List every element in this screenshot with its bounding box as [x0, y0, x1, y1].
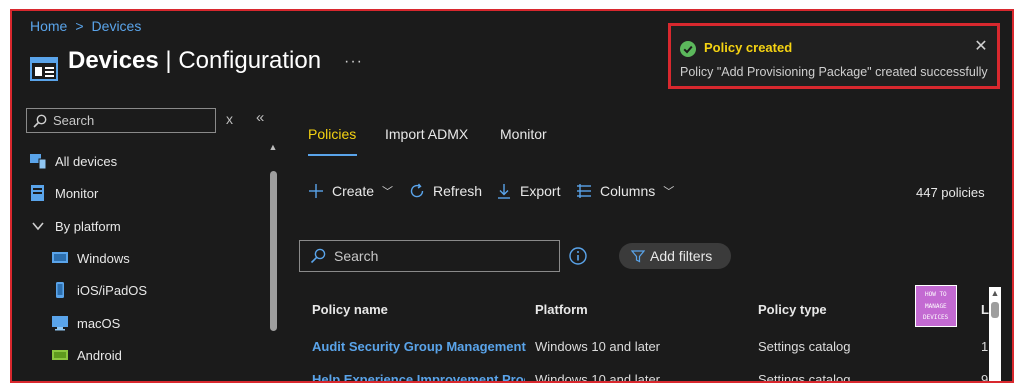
phone-icon [56, 282, 64, 298]
breadcrumb-home[interactable]: Home [30, 18, 67, 34]
configuration-icon [30, 57, 58, 81]
devices-icon [30, 154, 46, 169]
breadcrumb: Home > Devices [30, 18, 141, 34]
policy-name-link[interactable]: Audit Security Group Management [312, 339, 527, 354]
columns-icon [577, 184, 591, 198]
clear-search-icon[interactable]: x [226, 111, 233, 127]
sidebar-search-input[interactable]: Search [26, 108, 216, 133]
plus-icon [309, 184, 323, 198]
portal-window: Home > Devices Devices | Configuration ·… [10, 9, 1014, 383]
policy-type-cell: Settings catalog [758, 339, 851, 354]
mac-icon [52, 316, 68, 331]
create-button[interactable]: Create ﹀ [308, 183, 393, 199]
active-tab-indicator [308, 154, 357, 156]
scroll-up-icon[interactable]: ▲ [267, 141, 279, 153]
breadcrumb-separator: > [75, 18, 84, 34]
create-label: Create [332, 183, 375, 199]
info-icon[interactable] [569, 247, 587, 265]
page-title-bold: Devices [68, 47, 159, 74]
sidebar-item-android[interactable]: Android [52, 344, 122, 366]
policy-count: 447 policies [916, 185, 985, 200]
chevron-down-icon [32, 222, 44, 231]
platform-cell: Windows 10 and later [535, 339, 661, 354]
scrollbar-thumb[interactable] [991, 302, 999, 318]
add-filters-label: Add filters [650, 248, 713, 264]
search-icon [310, 248, 326, 264]
refresh-button[interactable]: Refresh [409, 183, 482, 199]
column-header-last-modified[interactable]: L [981, 302, 989, 317]
toast-title: Policy created [704, 40, 793, 55]
export-label: Export [520, 183, 561, 199]
page-title: Devices | Configuration [68, 47, 321, 75]
columns-button[interactable]: Columns ﹀ [576, 183, 674, 199]
last-modified-cell: 9 [981, 372, 989, 383]
policy-type-cell: Settings catalog [758, 372, 851, 383]
platform-cell: Windows 10 and later [535, 372, 661, 383]
scroll-up-icon[interactable]: ▲ [989, 287, 1001, 299]
collapse-sidebar-icon[interactable]: « [256, 109, 264, 126]
sidebar-item-ios[interactable]: iOS/iPadOS [52, 279, 147, 301]
more-options-icon[interactable]: ··· [344, 53, 363, 71]
scrollbar-thumb[interactable] [270, 171, 277, 331]
tab-policies[interactable]: Policies [308, 126, 356, 142]
toast-message: Policy "Add Provisioning Package" create… [680, 65, 988, 79]
monitor-icon [31, 185, 44, 201]
sidebar-item-monitor[interactable]: Monitor [30, 182, 98, 204]
filter-icon [631, 250, 645, 263]
logo-line-1: HOW TO [925, 291, 947, 298]
android-icon [52, 350, 68, 360]
sidebar-scrollbar[interactable]: ▲ [267, 141, 279, 381]
notification-toast: Policy created Policy "Add Provisioning … [668, 23, 1000, 89]
sidebar-item-all-devices[interactable]: All devices [30, 150, 117, 172]
table-scrollbar[interactable]: ▲ [989, 287, 1001, 381]
sidebar-item-label: All devices [55, 153, 118, 169]
logo-line-2: MANAGE [925, 303, 947, 310]
tab-import-admx[interactable]: Import ADMX [385, 126, 468, 142]
sidebar-item-label: Android [77, 347, 122, 363]
add-filters-button[interactable]: Add filters [619, 243, 731, 269]
sidebar-item-label: iOS/iPadOS [77, 282, 148, 298]
columns-label: Columns [600, 183, 656, 199]
sidebar-item-macos[interactable]: macOS [52, 312, 120, 334]
export-button[interactable]: Export [496, 183, 560, 199]
chevron-down-icon: ﹀ [382, 186, 394, 198]
sidebar-item-label: By platform [55, 218, 121, 234]
policy-name-link[interactable]: Help Experience Improvement Prog [312, 372, 525, 381]
column-header-policy-type[interactable]: Policy type [758, 302, 827, 317]
sidebar-item-by-platform[interactable]: By platform [30, 215, 121, 237]
logo-line-3: DEVICES [923, 314, 949, 321]
sidebar-item-label: Monitor [55, 185, 99, 201]
tab-monitor[interactable]: Monitor [500, 126, 547, 142]
breadcrumb-devices[interactable]: Devices [92, 18, 142, 34]
watermark-logo: HOW TO MANAGE DEVICES [915, 285, 957, 327]
windows-icon [52, 252, 68, 263]
sidebar-item-label: macOS [77, 315, 121, 331]
refresh-label: Refresh [433, 183, 483, 199]
policy-search-input[interactable]: Search [299, 240, 560, 272]
search-icon [33, 114, 47, 128]
success-check-icon [680, 41, 696, 57]
download-icon [498, 184, 510, 199]
sidebar-item-label: Windows [77, 250, 130, 266]
policy-search-placeholder: Search [334, 248, 379, 264]
refresh-icon [410, 183, 424, 198]
sidebar-search-placeholder: Search [53, 113, 95, 128]
column-header-policy-name[interactable]: Policy name [312, 302, 388, 317]
page-title-rest: | Configuration [158, 47, 322, 74]
chevron-down-icon: ﹀ [663, 186, 675, 198]
close-icon[interactable]: ✕ [971, 37, 991, 57]
sidebar-item-windows[interactable]: Windows [52, 247, 130, 269]
column-header-platform[interactable]: Platform [535, 302, 588, 317]
